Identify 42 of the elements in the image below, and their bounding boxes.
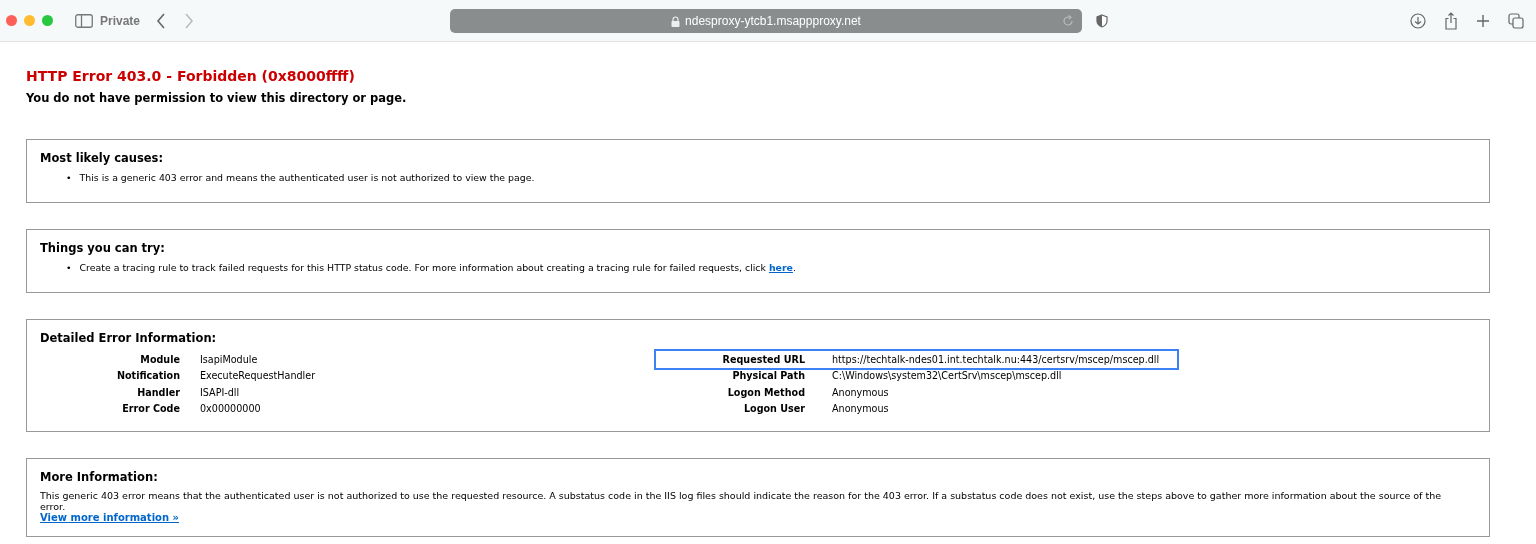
more-info-text: This generic 403 error means that the authenticated user is not authorized to use the requested resource. A substatus code in the IIS log files should indicate the reason for the 403 error. If a substatus code does not exist, use the steps above to gather more information about the source of the error. — [40, 490, 1443, 512]
detail-value: IsapiModule — [200, 353, 258, 365]
here-link[interactable]: here — [768, 262, 793, 273]
zoom-button[interactable] — [42, 15, 53, 26]
panel-heading: Detailed Error Information: — [40, 331, 218, 345]
detail-value: ISAPI-dll — [200, 386, 240, 398]
shield-icon[interactable] — [1096, 14, 1108, 28]
sidebar-icon[interactable] — [75, 13, 93, 28]
close-button[interactable] — [6, 15, 17, 26]
detail-label: Requested URL — [721, 353, 805, 365]
detail-label: Module — [139, 353, 180, 365]
panel-heading: Most likely causes: — [40, 151, 164, 165]
share-icon[interactable] — [1444, 11, 1458, 30]
detail-label: Logon Method — [726, 386, 805, 398]
detail-label: Handler — [136, 386, 180, 398]
error-title: HTTP Error 403.0 - Forbidden (0x8000ffff) — [26, 68, 356, 84]
detail-label: Logon User — [742, 403, 805, 415]
detail-label: Physical Path — [731, 370, 805, 382]
detail-value: https://techtalk-ndes01.int.techtalk.nu:443/certsrv/mscep/mscep.dll — [832, 353, 1160, 365]
error-subtitle: You do not have permission to view this directory or page. — [26, 91, 408, 105]
detail-value: C:\Windows\system32\CertSrv\mscep\mscep.dll — [832, 370, 1062, 382]
bullet: • — [66, 171, 72, 185]
detail-value: Anonymous — [832, 386, 889, 398]
detail-value: ExecuteRequestHandler — [200, 370, 316, 382]
detail-label: Notification — [115, 370, 180, 382]
back-icon[interactable] — [156, 12, 167, 29]
panel-heading: More Information: — [40, 470, 159, 484]
suggestion-item: Create a tracing rule to track failed requests for this HTTP status code. For more information about creating a tracing rule for failed requests, click here. — [79, 261, 796, 275]
view-more-link[interactable]: View more information » — [40, 512, 179, 523]
address-bar[interactable]: ndesproxy-ytcb1.msappproxy.net — [450, 9, 1082, 33]
private-label: Private — [100, 13, 141, 28]
bullet: • — [66, 261, 72, 275]
panel-heading: Things you can try: — [40, 241, 166, 255]
detail-value: Anonymous — [832, 403, 889, 415]
lock-icon — [671, 15, 681, 27]
detail-label: Error Code — [121, 403, 180, 415]
detail-value: 0x00000000 — [200, 403, 261, 415]
new-tab-icon[interactable] — [1476, 13, 1490, 28]
address-text: ndesproxy-ytcb1.msappproxy.net — [685, 14, 861, 28]
download-icon[interactable] — [1410, 12, 1426, 29]
tabs-overview-icon[interactable] — [1508, 12, 1524, 29]
cause-item: This is a generic 403 error and means the authenticated user is not authorized to view the page. — [79, 171, 535, 185]
